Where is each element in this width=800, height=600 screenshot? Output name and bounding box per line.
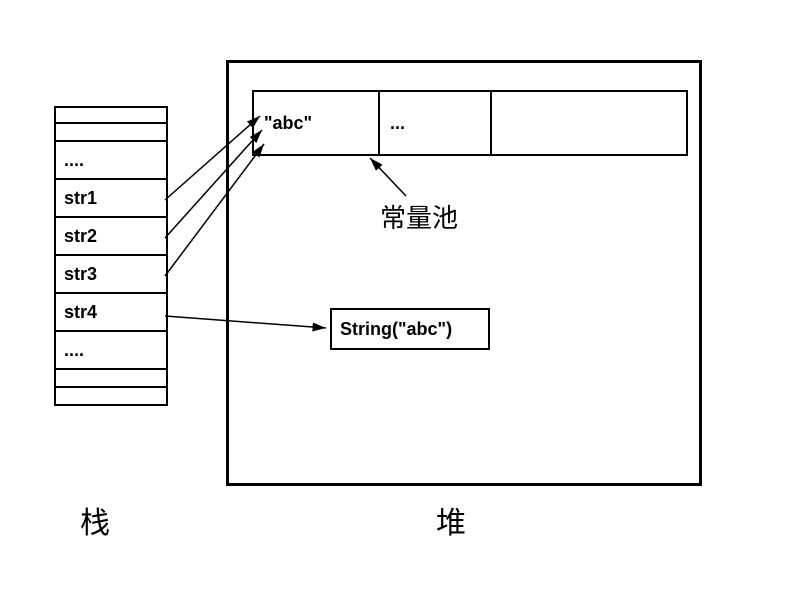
stack-container: .... str1 str2 str3 str4 .... (54, 106, 168, 406)
stack-cell-text: .... (64, 150, 84, 171)
pool-cell-text: ... (390, 113, 405, 134)
stack-cell-text: str1 (64, 188, 97, 209)
stack-cell-str3: str3 (56, 256, 166, 294)
memory-diagram: .... str1 str2 str3 str4 .... "abc" ... … (0, 0, 800, 600)
stack-cell-dots1: .... (56, 142, 166, 180)
stack-cell-empty-top (56, 106, 166, 124)
stack-cell-text: .... (64, 340, 84, 361)
pool-cell-empty (492, 92, 686, 154)
stack-cell-text: str4 (64, 302, 97, 323)
heap-label: 堆 (436, 498, 466, 542)
constant-pool-container: "abc" ... (252, 90, 688, 156)
stack-cell-text: str3 (64, 264, 97, 285)
string-object-box: String("abc") (330, 308, 490, 350)
stack-cell-str1: str1 (56, 180, 166, 218)
stack-cell-str4: str4 (56, 294, 166, 332)
constant-pool-label: 常量池 (380, 198, 458, 235)
pool-cell-text: "abc" (264, 113, 312, 134)
stack-cell-empty-bot (56, 370, 166, 388)
stack-cell-empty-top2 (56, 124, 166, 142)
stack-cell-dots2: .... (56, 332, 166, 370)
stack-cell-empty-bot2 (56, 388, 166, 406)
stack-label: 栈 (80, 498, 110, 542)
string-object-text: String("abc") (340, 319, 452, 340)
stack-cell-text: str2 (64, 226, 97, 247)
stack-cell-str2: str2 (56, 218, 166, 256)
pool-cell-abc: "abc" (254, 92, 380, 154)
pool-cell-dots: ... (380, 92, 492, 154)
